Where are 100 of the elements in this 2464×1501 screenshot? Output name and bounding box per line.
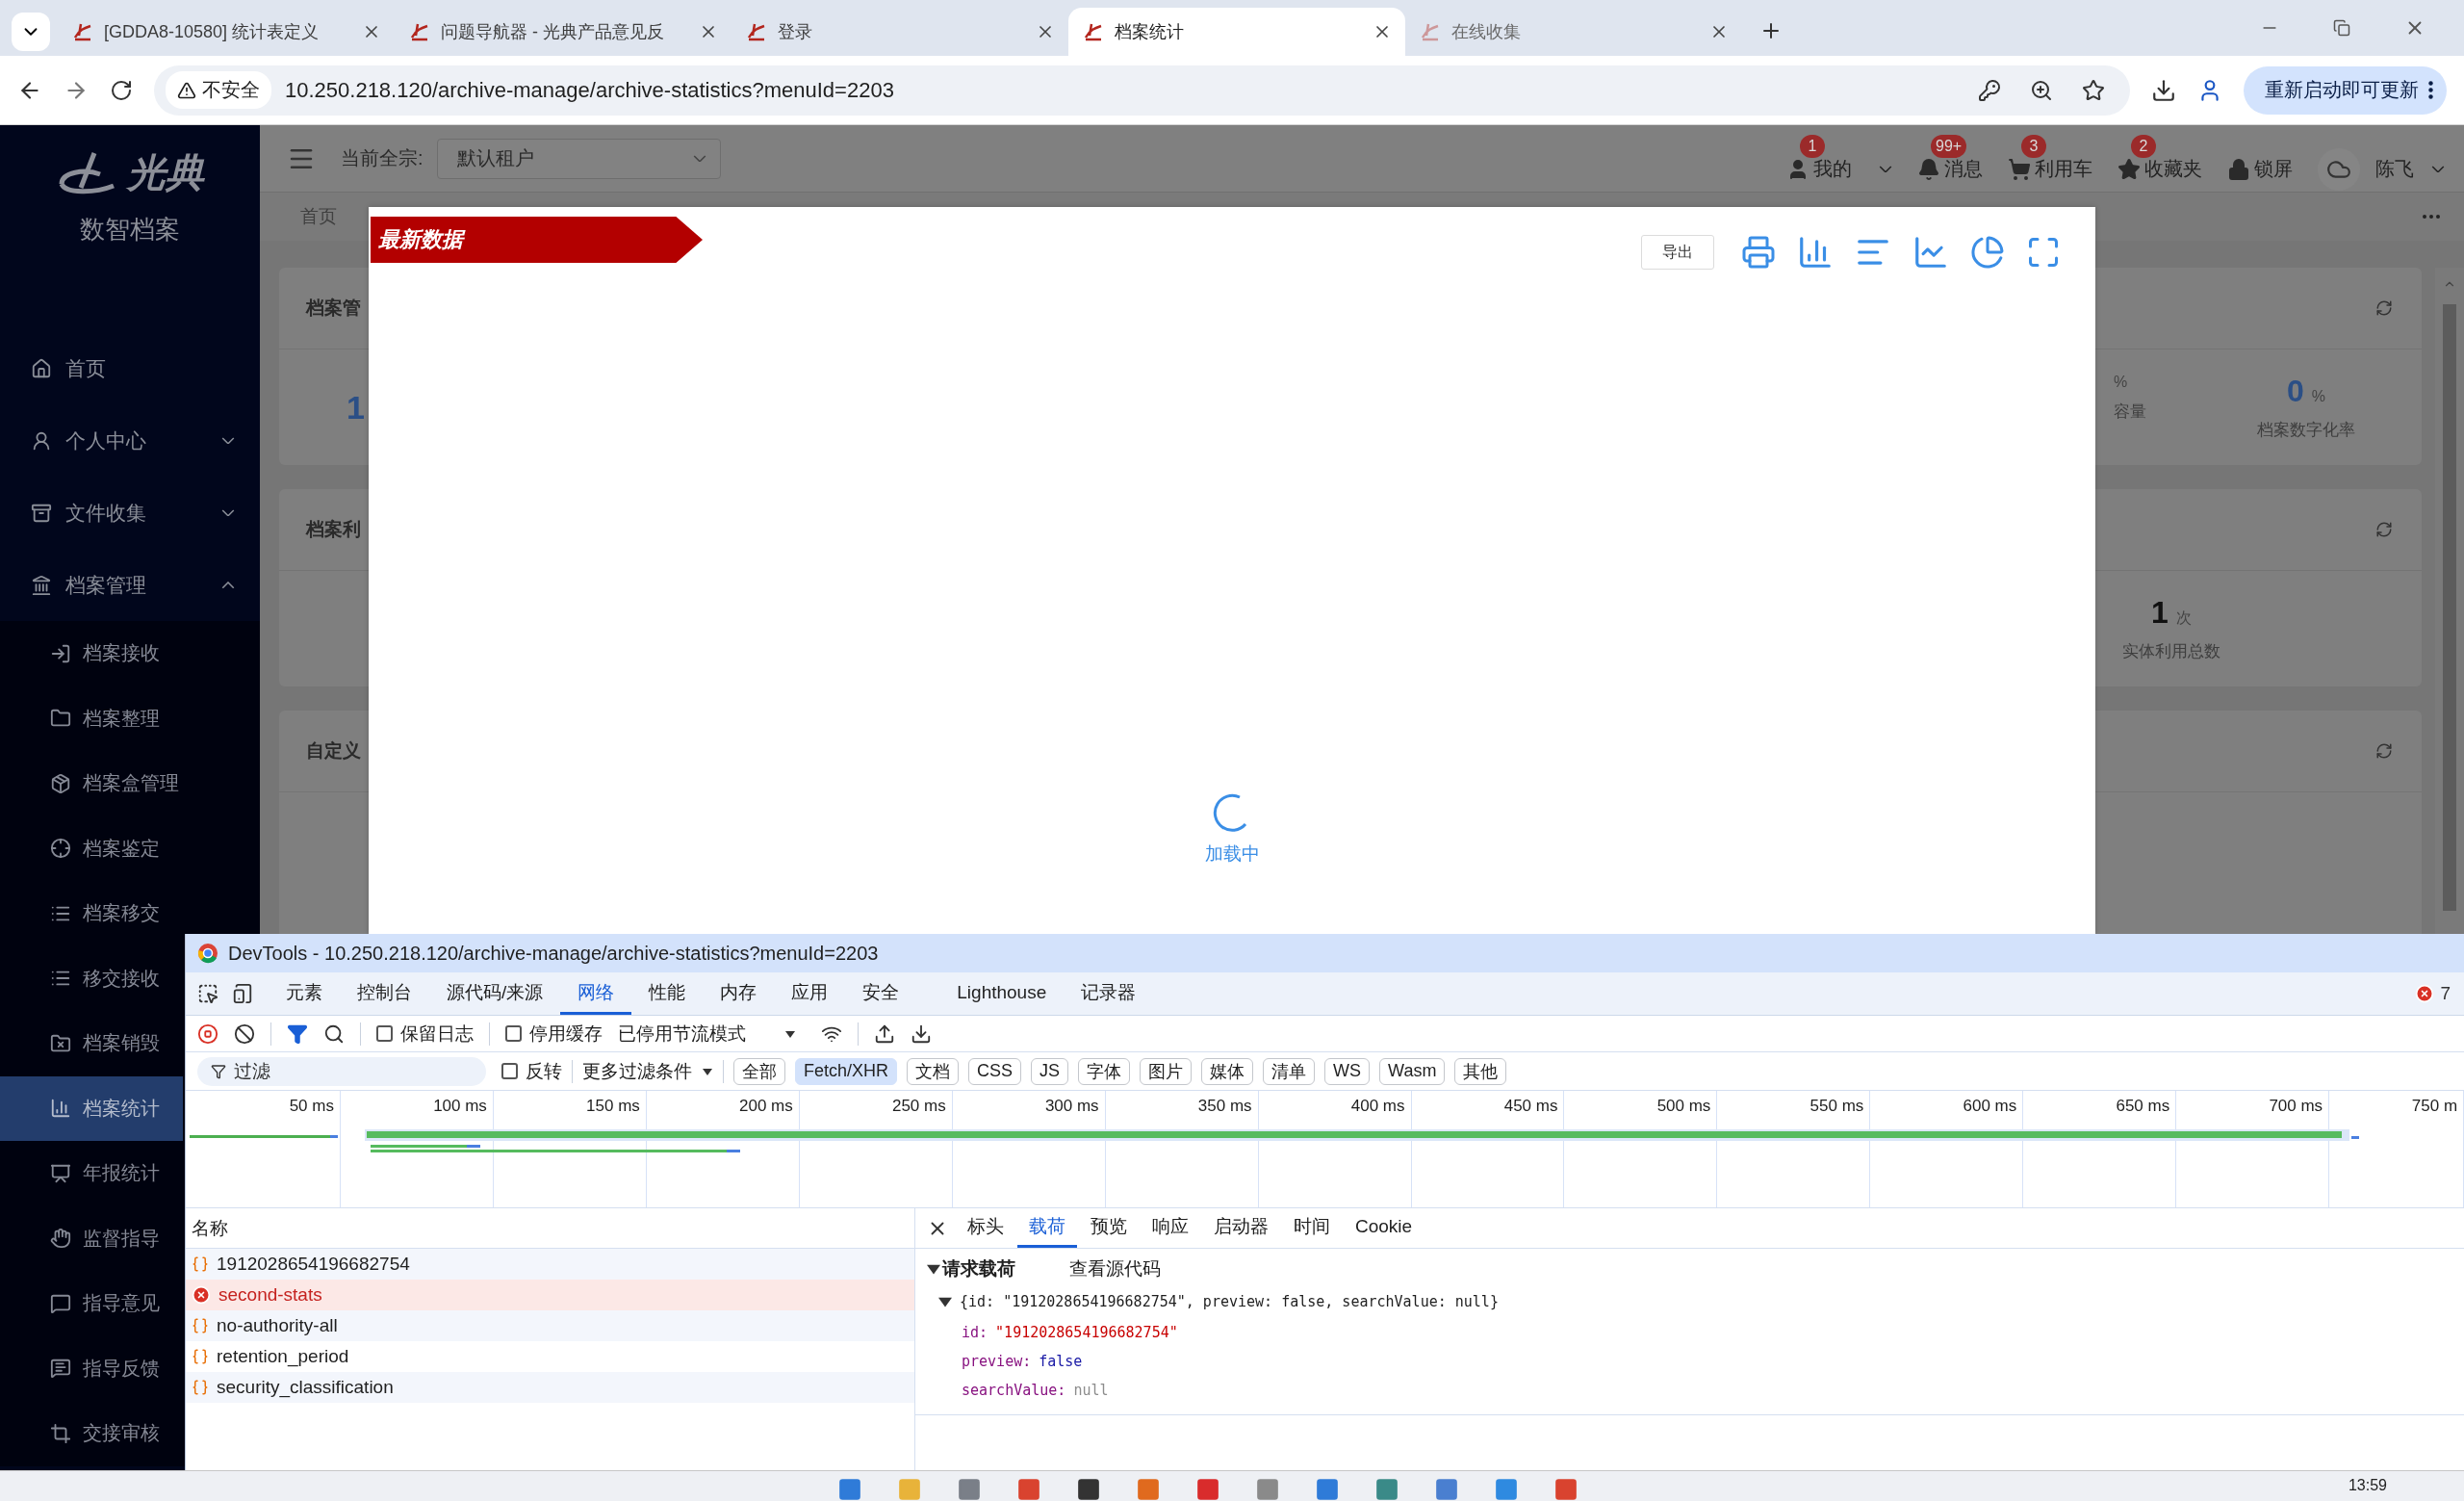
devtools-tab[interactable]: 源代码/来源 <box>429 972 561 1015</box>
nav-subitem[interactable]: 监督指导 <box>0 1205 183 1271</box>
nav-subitem[interactable]: 档案统计 <box>0 1075 183 1141</box>
browser-tab[interactable]: 问题导航器 - 光典产品意见反 <box>395 8 732 56</box>
header-action[interactable]: 消息 99+ <box>1917 135 1983 182</box>
invert-checkbox[interactable]: 反转 <box>501 1058 562 1084</box>
detail-tab[interactable]: 启动器 <box>1202 1208 1280 1248</box>
preserve-log-checkbox[interactable]: 保留日志 <box>376 1021 474 1047</box>
detail-tab[interactable]: 时间 <box>1282 1208 1342 1248</box>
nav-subitem[interactable]: 档案鉴定 <box>0 815 183 881</box>
browser-tab[interactable]: [GDDA8-10580] 统计表定义 <box>58 8 395 56</box>
nav-subitem[interactable]: 档案移交 <box>0 881 183 946</box>
type-filter-chip[interactable]: 清单 <box>1263 1057 1316 1085</box>
restore-icon[interactable] <box>2333 19 2350 37</box>
nav-item[interactable]: 个人中心 <box>0 404 260 477</box>
filter-field[interactable]: 过滤 <box>197 1056 486 1086</box>
record-icon[interactable] <box>197 1022 218 1045</box>
type-filter-chip[interactable]: WS <box>1324 1057 1371 1085</box>
nav-subitem[interactable]: 档案销毁 <box>0 1011 183 1076</box>
type-filter-chip[interactable]: 其他 <box>1454 1057 1507 1085</box>
request-row[interactable]: 1912028654196682754 <box>186 1249 914 1280</box>
triangle-icon[interactable] <box>927 1262 940 1276</box>
clear-icon[interactable] <box>234 1022 255 1045</box>
header-action[interactable]: 锁屏 <box>2227 135 2293 182</box>
devtools-tab[interactable]: 元素 <box>269 972 340 1015</box>
request-row[interactable]: no-authority-all <box>186 1310 914 1341</box>
nav-subitem[interactable]: 档案接收 <box>0 621 183 686</box>
nav-subitem[interactable]: 指导意见 <box>0 1271 183 1336</box>
devtools-tab[interactable]: 控制台 <box>340 972 429 1015</box>
zoom-icon[interactable] <box>2030 78 2053 102</box>
type-filter-chip[interactable]: 全部 <box>733 1057 785 1085</box>
update-button[interactable]: 重新启动即可更新 <box>2244 65 2447 115</box>
type-filter-chip[interactable]: Wasm <box>1379 1057 1446 1085</box>
detail-tab[interactable]: 载荷 <box>1017 1208 1077 1248</box>
fonds-select[interactable]: 默认租户 <box>436 138 721 179</box>
refresh-icon[interactable] <box>2375 742 2393 760</box>
filter-icon[interactable] <box>287 1022 308 1045</box>
devtools-tab[interactable]: Lighthouse <box>939 972 1065 1015</box>
type-filter-chip[interactable]: 媒体 <box>1201 1057 1254 1085</box>
more-filters-dropdown[interactable]: 更多过滤条件 <box>582 1058 713 1084</box>
device-icon[interactable] <box>232 983 253 1004</box>
nav-subitem[interactable]: 年报统计 <box>0 1141 183 1206</box>
devtools-tab[interactable]: 性能 <box>631 972 704 1015</box>
refresh-icon[interactable] <box>2375 299 2393 317</box>
download-icon[interactable] <box>2151 77 2176 103</box>
header-action[interactable]: 利用车 3 <box>2008 135 2092 182</box>
type-filter-chip[interactable]: 字体 <box>1078 1057 1131 1085</box>
line-chart-icon[interactable] <box>1912 234 1949 271</box>
devtools-tab[interactable]: 应用 <box>774 972 846 1015</box>
inspect-icon[interactable] <box>197 983 218 1004</box>
download-icon[interactable] <box>911 1022 932 1045</box>
nav-item[interactable]: 档案管理 <box>0 549 260 621</box>
bar-chart-icon[interactable] <box>1797 234 1834 271</box>
browser-tab[interactable]: 档案统计 <box>1068 8 1405 56</box>
nav-item[interactable]: 文件收集 <box>0 477 260 549</box>
scrollbar-thumb[interactable] <box>2443 304 2456 911</box>
tab-list-button[interactable] <box>12 13 50 51</box>
url-field[interactable]: 10.250.218.120/archive-manage/archive-statistics?menuId=2203 <box>285 77 1964 103</box>
type-filter-chip[interactable]: CSS <box>968 1057 1022 1085</box>
browser-tab[interactable]: 登录 <box>732 8 1068 56</box>
browser-tab[interactable]: 在线收集 <box>1405 8 1742 56</box>
triangle-icon[interactable] <box>938 1295 952 1308</box>
nav-subitem[interactable]: 档案盒管理 <box>0 751 183 816</box>
devtools-tab[interactable]: 安全 <box>845 972 917 1015</box>
nav-subitem[interactable]: 移交接收 <box>0 945 183 1011</box>
type-filter-chip[interactable]: Fetch/XHR <box>795 1057 898 1085</box>
devtools-tab[interactable]: 内存 <box>703 972 775 1015</box>
printer-icon[interactable] <box>1741 235 1776 270</box>
request-row[interactable]: security_classification <box>186 1372 914 1403</box>
search-icon[interactable] <box>323 1022 345 1045</box>
header-action[interactable]: 我的 1 <box>1786 135 1892 182</box>
request-row[interactable]: second-stats <box>186 1280 914 1310</box>
bookmark-star-icon[interactable] <box>2082 78 2105 102</box>
reload-icon[interactable] <box>110 78 133 102</box>
view-source-link[interactable]: 查看源代码 <box>1069 1256 1161 1281</box>
throttling-dropdown[interactable]: 已停用节流模式 <box>618 1021 796 1047</box>
detail-tab[interactable]: 响应 <box>1141 1208 1200 1248</box>
nav-subitem[interactable]: 指导反馈 <box>0 1335 183 1401</box>
type-filter-chip[interactable]: 文档 <box>907 1057 960 1085</box>
key-icon[interactable] <box>1978 78 2001 102</box>
detail-tab[interactable]: 标头 <box>956 1208 1015 1248</box>
nav-item[interactable]: 首页 <box>0 332 260 404</box>
nav-subitem[interactable]: 档案整理 <box>0 686 183 751</box>
header-action[interactable]: 收藏夹 2 <box>2118 135 2202 182</box>
devtools-tab[interactable]: 网络 <box>560 972 632 1015</box>
pie-chart-icon[interactable] <box>1970 235 2005 270</box>
type-filter-chip[interactable]: 图片 <box>1140 1057 1193 1085</box>
fullscreen-icon[interactable] <box>2026 235 2061 270</box>
detail-tab[interactable]: 预览 <box>1079 1208 1139 1248</box>
type-filter-chip[interactable]: JS <box>1031 1057 1069 1085</box>
nav-subitem[interactable]: 交接审核 <box>0 1401 183 1466</box>
export-button[interactable]: 导出 <box>1641 235 1714 270</box>
disable-cache-checkbox[interactable]: 停用缓存 <box>505 1021 603 1047</box>
devtools-tab[interactable]: 记录器 <box>1064 972 1154 1015</box>
user-menu[interactable]: 陈飞 <box>2318 126 2445 191</box>
detail-tab[interactable]: Cookie <box>1344 1208 1424 1248</box>
refresh-icon[interactable] <box>2375 521 2393 538</box>
app-icon[interactable] <box>1076 1477 1101 1501</box>
upload-icon[interactable] <box>874 1022 895 1045</box>
security-chip[interactable]: 不安全 <box>166 71 271 109</box>
